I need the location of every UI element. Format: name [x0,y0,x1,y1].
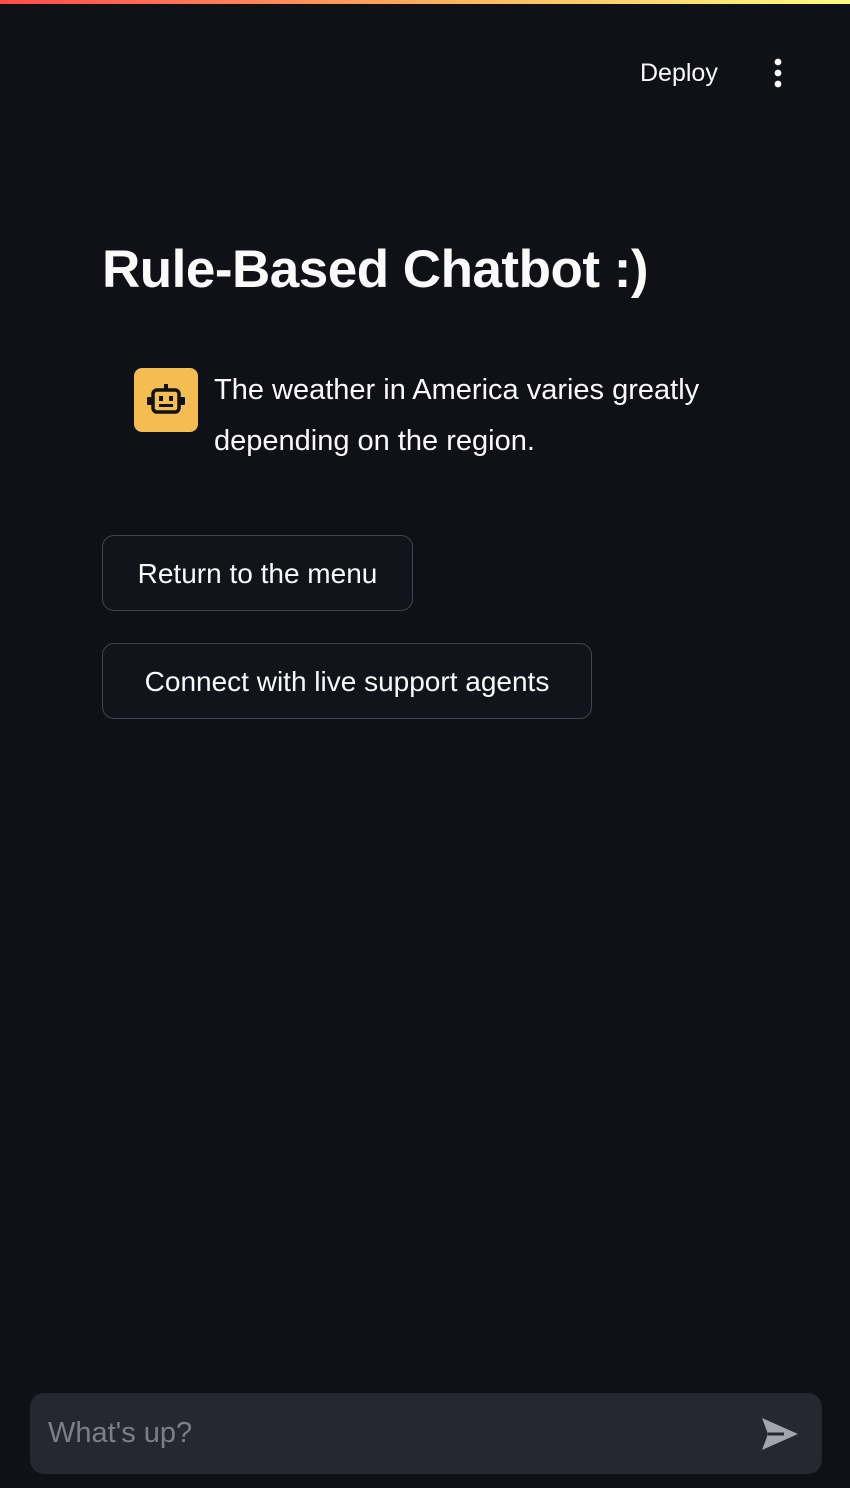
deploy-button[interactable]: Deploy [626,50,732,96]
chat-input-container [30,1393,822,1474]
assistant-avatar [134,368,198,432]
return-to-menu-button[interactable]: Return to the menu [102,535,413,611]
main-menu-button[interactable] [756,50,800,96]
page-title: Rule-Based Chatbot :) [102,240,649,299]
app-header: Deploy [0,0,850,120]
vertical-ellipsis-icon [774,58,782,88]
send-icon [762,1418,798,1450]
send-button[interactable] [754,1409,806,1459]
assistant-message-text: The weather in America varies greatly de… [214,374,700,457]
robot-icon [147,384,185,414]
app-root: Deploy Rule-Based Chatbot :) The weather… [0,0,850,1488]
connect-live-support-button[interactable]: Connect with live support agents [102,643,592,719]
chat-input[interactable] [30,1393,730,1474]
